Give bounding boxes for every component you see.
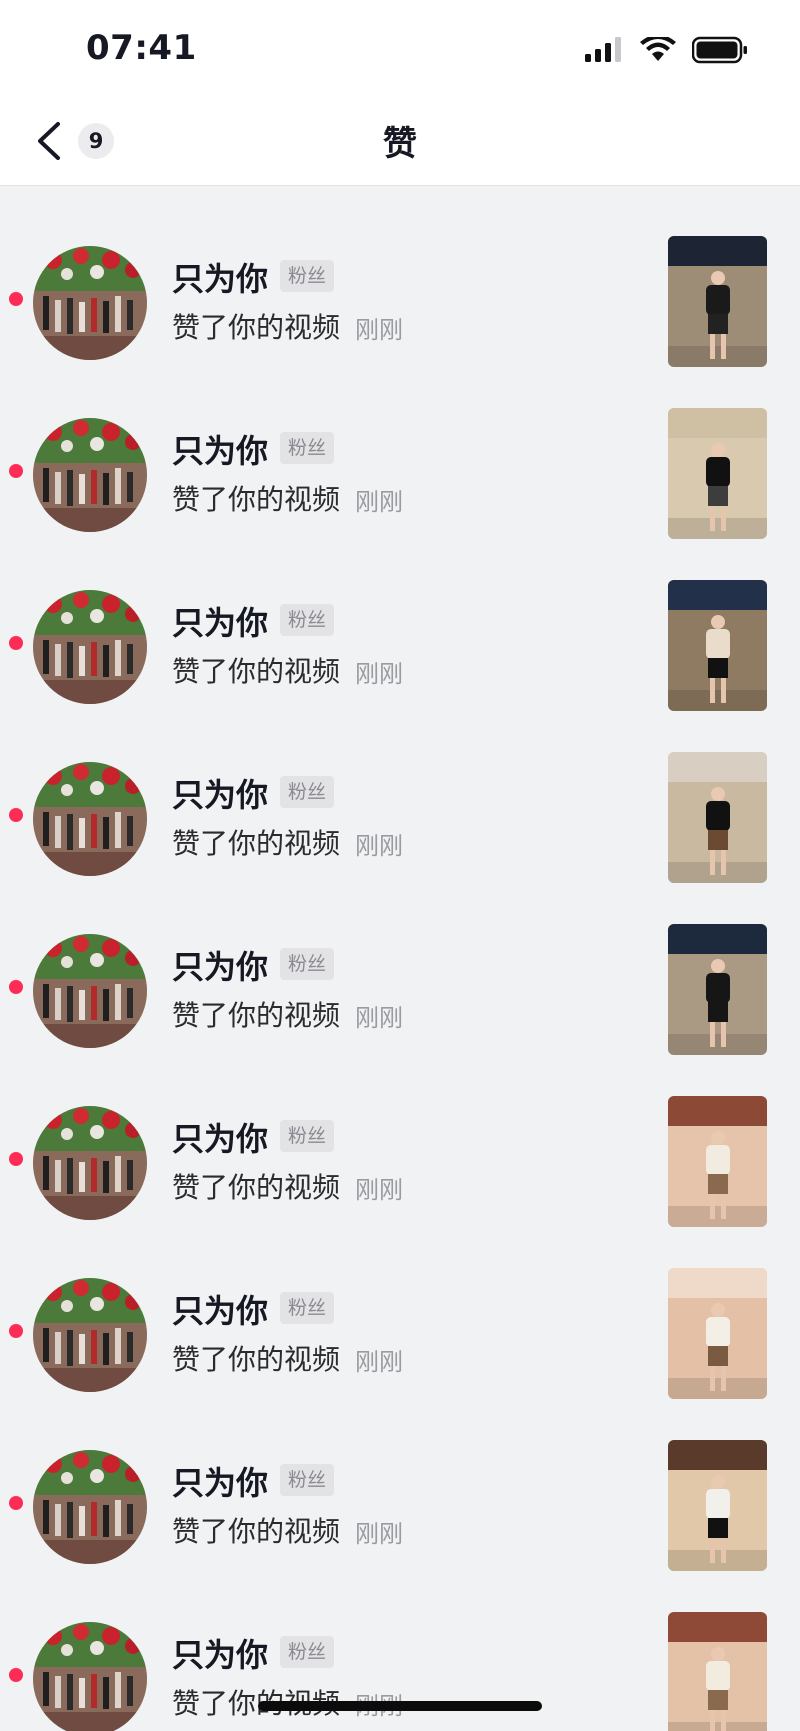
timestamp: 刚刚	[355, 660, 403, 688]
video-frame-icon	[668, 924, 767, 1055]
timestamp: 刚刚	[355, 488, 403, 516]
user-name[interactable]: 只为你	[172, 1458, 268, 1504]
timestamp: 刚刚	[355, 1520, 403, 1548]
avatar-photo-icon	[33, 762, 147, 876]
avatar[interactable]	[33, 762, 147, 876]
likes-notification-screen: 07:41 9 赞 只为你 粉丝 赞了你的视频 刚刚 只为你 粉丝 赞了你的视频…	[0, 0, 800, 1731]
video-frame-icon	[668, 236, 767, 367]
avatar[interactable]	[33, 1106, 147, 1220]
top-bar: 07:41 9 赞	[0, 0, 800, 186]
avatar-photo-icon	[33, 934, 147, 1048]
video-thumbnail[interactable]	[668, 1096, 767, 1227]
follower-tag: 粉丝	[280, 948, 335, 980]
follower-tag: 粉丝	[280, 1292, 335, 1324]
status-time: 07:41	[86, 28, 197, 68]
avatar-photo-icon	[33, 590, 147, 704]
follower-tag: 粉丝	[280, 1120, 335, 1152]
avatar-photo-icon	[33, 1278, 147, 1392]
list-item[interactable]: 只为你粉丝赞了你的视频刚刚	[0, 236, 800, 408]
list-item[interactable]: 只为你粉丝赞了你的视频刚刚	[0, 408, 800, 580]
user-name[interactable]: 只为你	[172, 254, 268, 300]
avatar-photo-icon	[33, 246, 147, 360]
follower-tag: 粉丝	[280, 776, 335, 808]
video-thumbnail[interactable]	[668, 1440, 767, 1571]
unread-dot	[9, 636, 23, 650]
action-text: 赞了你的视频	[172, 655, 341, 688]
follower-tag: 粉丝	[280, 604, 335, 636]
avatar-photo-icon	[33, 1622, 147, 1731]
video-frame-icon	[668, 580, 767, 711]
user-name[interactable]: 只为你	[172, 770, 268, 816]
follower-tag: 粉丝	[280, 1464, 335, 1496]
video-frame-icon	[668, 1612, 767, 1731]
follower-tag: 粉丝	[280, 432, 335, 464]
action-text: 赞了你的视频	[172, 311, 341, 344]
home-indicator[interactable]	[258, 1701, 542, 1711]
unread-dot	[9, 808, 23, 822]
timestamp: 刚刚	[355, 832, 403, 860]
action-text: 赞了你的视频	[172, 1171, 341, 1204]
timestamp: 刚刚	[355, 316, 403, 344]
avatar[interactable]	[33, 418, 147, 532]
unread-dot	[9, 1496, 23, 1510]
avatar[interactable]	[33, 934, 147, 1048]
user-name[interactable]: 只为你	[172, 1286, 268, 1332]
unread-dot	[9, 1324, 23, 1338]
unread-dot	[9, 464, 23, 478]
video-frame-icon	[668, 1440, 767, 1571]
unread-dot	[9, 1668, 23, 1682]
list-item[interactable]: 只为你粉丝赞了你的视频刚刚	[0, 1096, 800, 1268]
video-frame-icon	[668, 1268, 767, 1399]
action-text: 赞了你的视频	[172, 1515, 341, 1548]
avatar-photo-icon	[33, 1106, 147, 1220]
video-thumbnail[interactable]	[668, 236, 767, 367]
video-frame-icon	[668, 752, 767, 883]
user-name[interactable]: 只为你	[172, 1630, 268, 1676]
video-thumbnail[interactable]	[668, 924, 767, 1055]
avatar[interactable]	[33, 246, 147, 360]
user-name[interactable]: 只为你	[172, 598, 268, 644]
unread-dot	[9, 1152, 23, 1166]
video-thumbnail[interactable]	[668, 408, 767, 539]
list-item[interactable]: 只为你粉丝赞了你的视频刚刚	[0, 752, 800, 924]
avatar[interactable]	[33, 1278, 147, 1392]
user-name[interactable]: 只为你	[172, 1114, 268, 1160]
timestamp: 刚刚	[355, 1004, 403, 1032]
list-item[interactable]: 只为你粉丝赞了你的视频刚刚	[0, 580, 800, 752]
page-title: 赞	[383, 124, 417, 164]
user-name[interactable]: 只为你	[172, 942, 268, 988]
battery-icon	[692, 36, 747, 64]
video-thumbnail[interactable]	[668, 1612, 767, 1731]
unread-dot	[9, 292, 23, 306]
timestamp: 刚刚	[355, 1348, 403, 1376]
action-text: 赞了你的视频	[172, 1343, 341, 1376]
list-item[interactable]: 只为你粉丝赞了你的视频刚刚	[0, 924, 800, 1096]
action-text: 赞了你的视频	[172, 999, 341, 1032]
list-item[interactable]: 只为你粉丝赞了你的视频刚刚	[0, 1268, 800, 1440]
avatar-photo-icon	[33, 1450, 147, 1564]
timestamp: 刚刚	[355, 1176, 403, 1204]
avatar-photo-icon	[33, 418, 147, 532]
list-item[interactable]: 只为你粉丝赞了你的视频刚刚	[0, 1612, 800, 1731]
status-icons	[584, 36, 748, 64]
video-thumbnail[interactable]	[668, 752, 767, 883]
avatar[interactable]	[33, 1622, 147, 1731]
unread-dot	[9, 980, 23, 994]
avatar[interactable]	[33, 1450, 147, 1564]
list-item[interactable]: 只为你粉丝赞了你的视频刚刚	[0, 1440, 800, 1612]
video-frame-icon	[668, 1096, 767, 1227]
follower-tag: 粉丝	[280, 260, 335, 292]
action-text: 赞了你的视频	[172, 827, 341, 860]
notification-list[interactable]: 只为你 粉丝 赞了你的视频 刚刚 只为你 粉丝 赞了你的视频 刚刚 只为你 粉丝 赞了你的视频 刚刚只…	[0, 186, 800, 1731]
action-text: 赞了你的视频	[172, 483, 341, 516]
video-thumbnail[interactable]	[668, 580, 767, 711]
video-thumbnail[interactable]	[668, 1268, 767, 1399]
follower-tag: 粉丝	[280, 1636, 335, 1668]
avatar[interactable]	[33, 590, 147, 704]
user-name[interactable]: 只为你	[172, 426, 268, 472]
wifi-icon	[640, 37, 676, 61]
video-frame-icon	[668, 408, 767, 539]
signal-icon	[585, 37, 621, 62]
